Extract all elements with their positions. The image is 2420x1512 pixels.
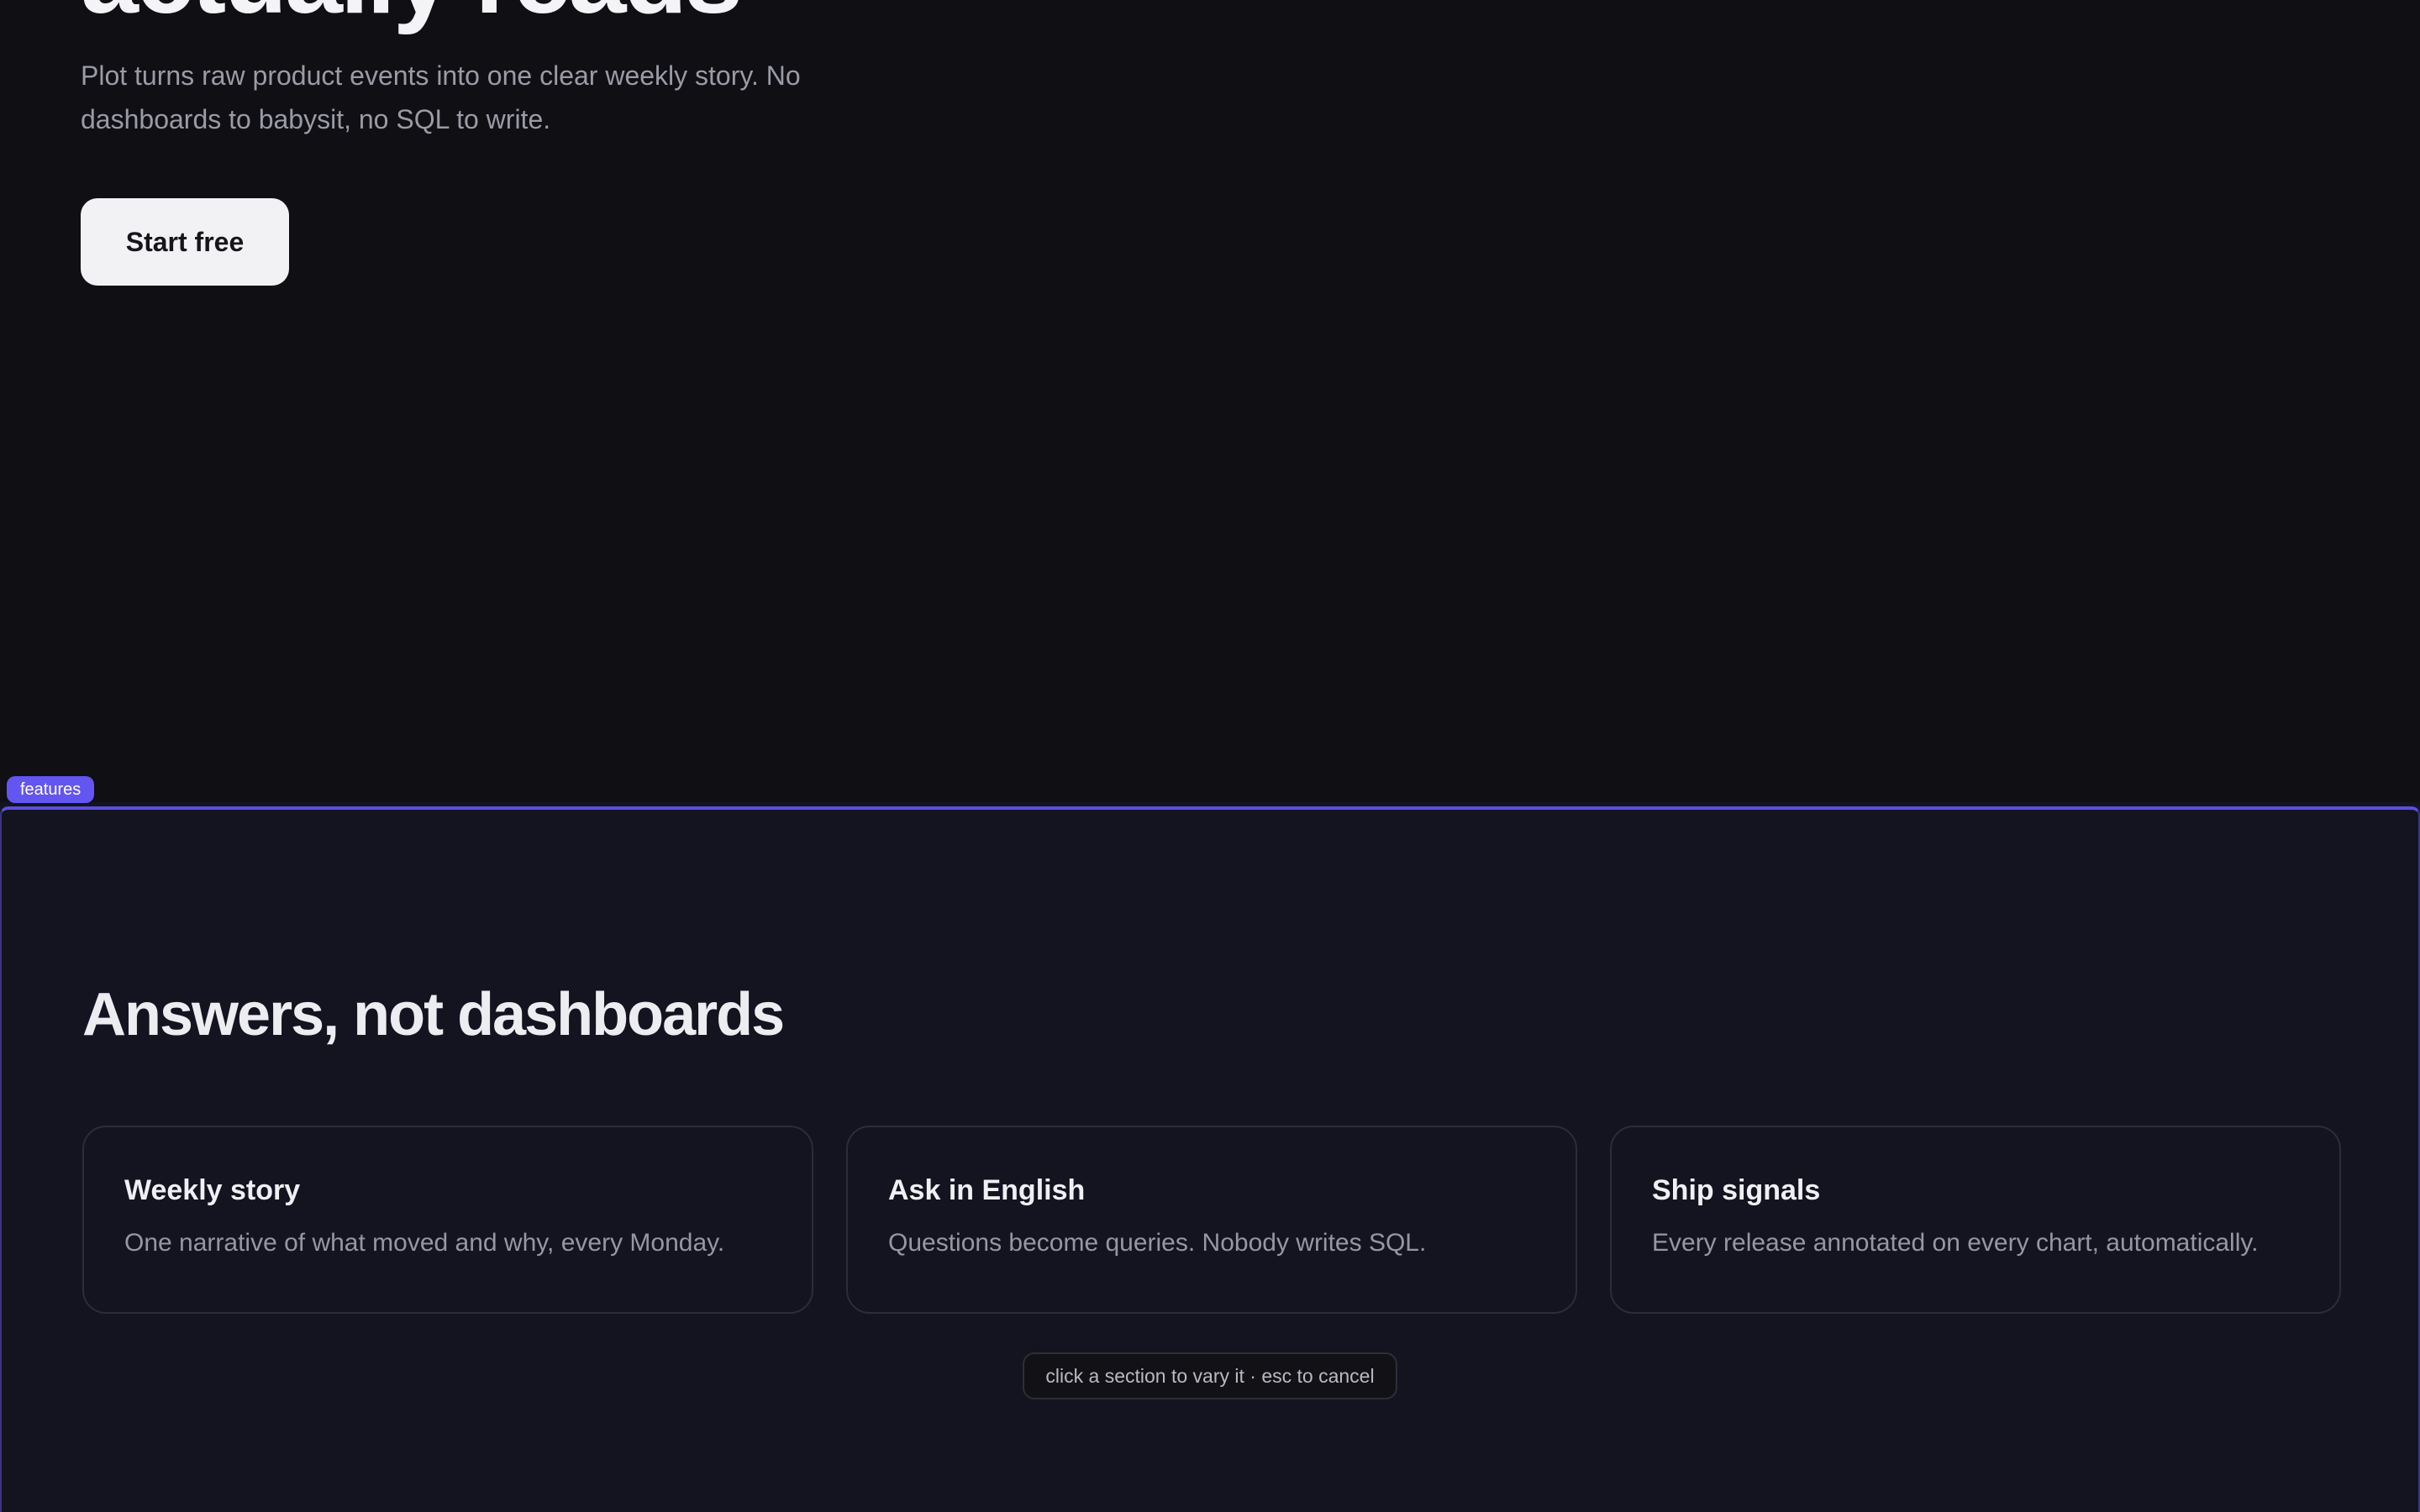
feature-card-title: Weekly story: [124, 1174, 301, 1206]
hero-title: actually reads: [81, 0, 743, 34]
features-title: Answers, not dashboards: [82, 981, 785, 1048]
feature-card-ship-signals: Ship signals Every release annotated on …: [1610, 1126, 2341, 1314]
start-free-button[interactable]: Start free: [81, 198, 289, 286]
feature-card-description: Every release annotated on every chart, …: [1652, 1229, 2259, 1257]
hero-subtitle: Plot turns raw product events into one c…: [81, 60, 801, 134]
feature-card-description: Questions become queries. Nobody writes …: [888, 1229, 1427, 1257]
section-tag-features: features: [7, 776, 95, 803]
feature-card-ask-in-english: Ask in English Questions become queries.…: [846, 1126, 1577, 1314]
feature-card-title: Ship signals: [1652, 1174, 1821, 1206]
selection-hint-toast: click a section to vary it · esc to canc…: [1023, 1352, 1397, 1399]
hero-section[interactable]: actually reads Plot turns raw product ev…: [0, 0, 2420, 802]
feature-card-description: One narrative of what moved and why, eve…: [124, 1229, 725, 1257]
feature-card-title: Ask in English: [888, 1174, 1086, 1206]
features-section[interactable]: Answers, not dashboards Weekly story One…: [0, 806, 2420, 1512]
feature-card-weekly-story: Weekly story One narrative of what moved…: [82, 1126, 813, 1314]
